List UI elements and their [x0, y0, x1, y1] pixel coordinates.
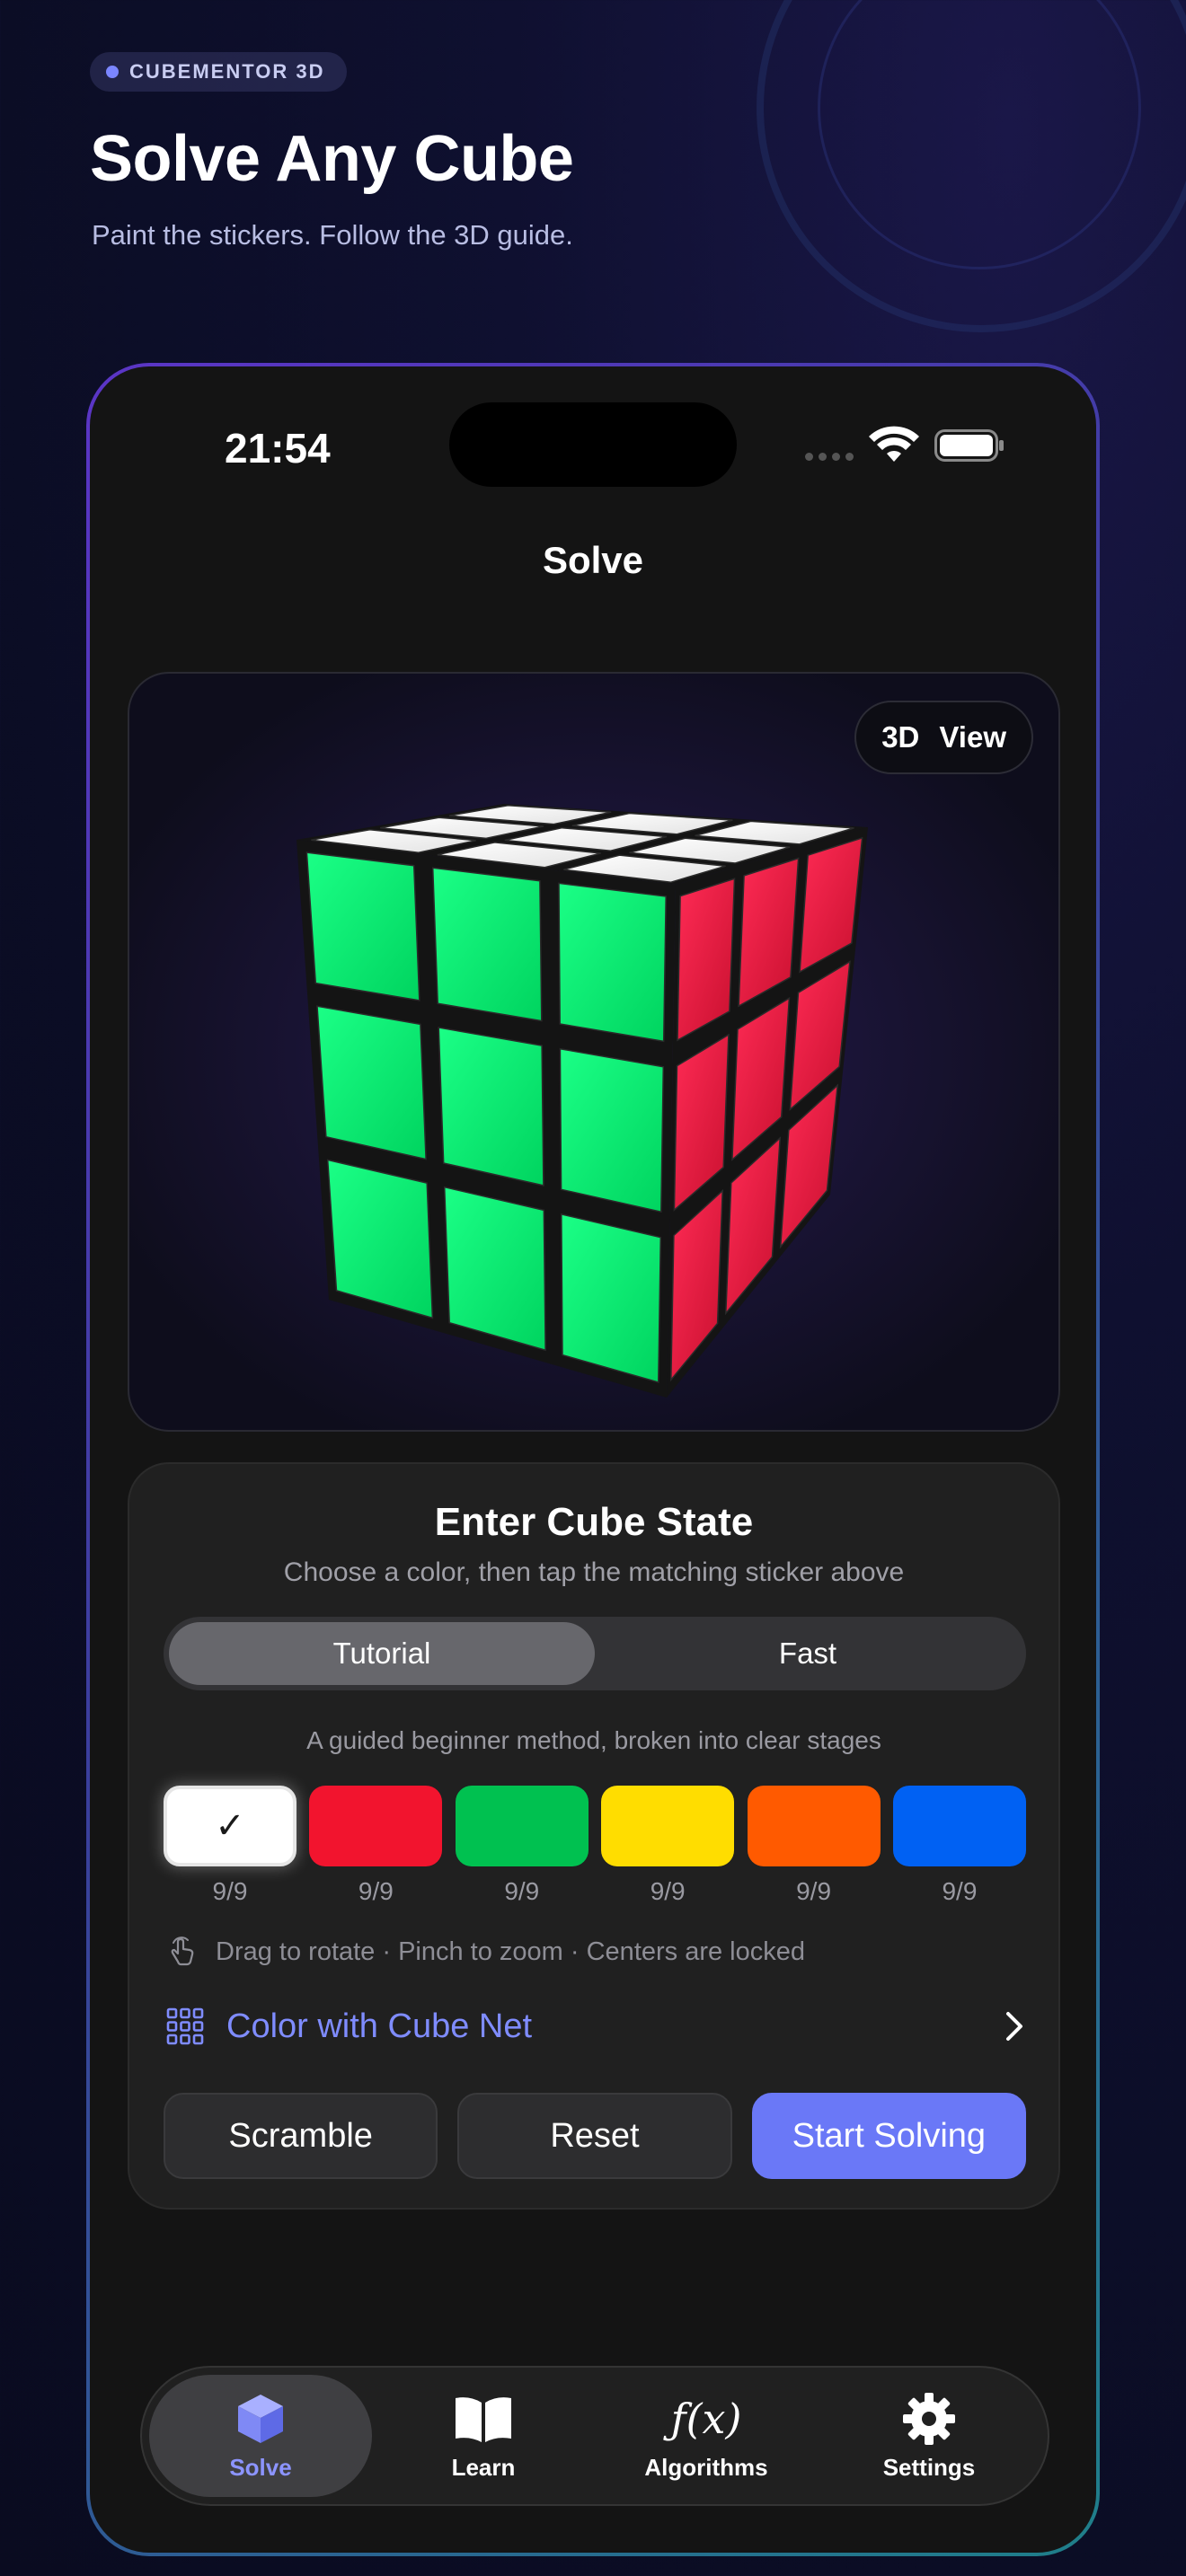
gesture-hint: Drag to rotate · Pinch to zoom · Centers… — [165, 1935, 805, 1969]
cube-net-label: Color with Cube Net — [226, 2007, 533, 2045]
function-icon: ƒ(x) — [670, 2394, 742, 2443]
color-swatch-blue[interactable] — [892, 1786, 1026, 1866]
grid-icon — [166, 2007, 204, 2045]
sticker-left-1-2[interactable] — [559, 1047, 665, 1213]
cube-viewer[interactable]: 3D View — [128, 672, 1060, 1432]
view-mode-label-view: View — [939, 720, 1006, 754]
view-mode-toggle[interactable]: 3D View — [854, 701, 1033, 774]
brand-dot-icon — [106, 66, 119, 78]
color-count-orange: 9/9 — [796, 1877, 832, 1905]
hero-subtitle: Paint the stickers. Follow the 3D guide. — [92, 219, 573, 251]
reset-button[interactable]: Reset — [457, 2093, 732, 2179]
gear-icon — [903, 2392, 955, 2445]
tab-bar: Solve Learn ƒ(x) Algorithms Settings — [140, 2366, 1049, 2506]
wifi-icon — [869, 426, 919, 462]
cube-state-panel: Enter Cube State Choose a color, then ta… — [128, 1462, 1060, 2210]
cube-faces[interactable] — [296, 804, 868, 1398]
tab-solve-label: Solve — [229, 2453, 292, 2481]
tab-algorithms[interactable]: ƒ(x) Algorithms — [595, 2375, 818, 2497]
sticker-left-2-2[interactable] — [561, 1213, 662, 1383]
method-description: A guided beginner method, broken into cl… — [306, 1726, 881, 1754]
checkmark-icon: ✓ — [215, 1806, 245, 1846]
mode-tutorial[interactable]: Tutorial — [169, 1622, 595, 1685]
sticker-left-0-1[interactable] — [431, 867, 543, 1022]
tab-settings[interactable]: Settings — [818, 2375, 1040, 2497]
color-count-blue: 9/9 — [942, 1877, 978, 1905]
solve-mode-selector: Tutorial Fast — [164, 1617, 1026, 1690]
cube-net-link[interactable]: Color with Cube Net — [165, 1999, 1028, 2053]
color-swatch-green[interactable] — [455, 1786, 589, 1866]
color-swatch-yellow[interactable] — [601, 1786, 735, 1866]
color-count-red: 9/9 — [358, 1877, 394, 1905]
color-swatch-white[interactable]: ✓ — [164, 1786, 296, 1866]
start-solving-button[interactable]: Start Solving — [751, 2093, 1026, 2179]
cube-state-title: Enter Cube State — [434, 1500, 754, 1544]
book-icon — [456, 2396, 511, 2442]
battery-icon — [934, 429, 1004, 462]
sticker-left-1-0[interactable] — [316, 1005, 427, 1160]
color-count-white: 9/9 — [212, 1877, 248, 1905]
color-swatch-red[interactable] — [309, 1786, 443, 1866]
gesture-hint-text: Drag to rotate · Pinch to zoom · Centers… — [216, 1936, 806, 1966]
tab-algorithms-label: Algorithms — [644, 2453, 768, 2481]
cube-icon — [238, 2394, 283, 2443]
tab-solve[interactable]: Solve — [149, 2375, 372, 2497]
color-palette: ✓ 9/9 9/9 9/9 9/9 9/9 9/9 — [164, 1786, 1026, 1906]
cellular-signal-icon — [805, 453, 854, 461]
status-time: 21:54 — [225, 425, 331, 472]
hand-pointer-icon — [171, 1936, 194, 1966]
tab-settings-label: Settings — [882, 2453, 976, 2481]
sticker-left-2-1[interactable] — [443, 1186, 546, 1352]
hero-title: Solve Any Cube — [90, 123, 574, 195]
sticker-left-0-0[interactable] — [305, 851, 420, 1001]
cube-state-subtitle: Choose a color, then tap the matching st… — [283, 1557, 905, 1587]
tab-learn-label: Learn — [451, 2453, 516, 2481]
cube-3d-model[interactable] — [129, 674, 1060, 1432]
device-frame: 21:54 Solve 3D View Enter Cube State Cho… — [86, 363, 1100, 2556]
page-title: Solve — [542, 539, 644, 581]
sticker-left-0-2[interactable] — [558, 882, 667, 1043]
color-count-green: 9/9 — [504, 1877, 540, 1905]
tab-learn[interactable]: Learn — [372, 2375, 595, 2497]
mode-fast[interactable]: Fast — [595, 1622, 1021, 1685]
action-buttons: Scramble Reset Start Solving — [164, 2093, 1026, 2179]
view-mode-label-3d: 3D — [881, 720, 920, 754]
chevron-right-icon — [1006, 2012, 1022, 2041]
sticker-left-1-1[interactable] — [438, 1027, 544, 1187]
dynamic-island — [449, 402, 737, 487]
brand-label: CUBEMENTOR 3D — [129, 60, 325, 83]
app-screen: 21:54 Solve 3D View Enter Cube State Cho… — [90, 366, 1096, 2553]
color-count-yellow: 9/9 — [650, 1877, 686, 1905]
scramble-button[interactable]: Scramble — [164, 2093, 438, 2179]
color-swatch-orange[interactable] — [747, 1786, 881, 1866]
brand-badge: CUBEMENTOR 3D — [90, 52, 347, 92]
